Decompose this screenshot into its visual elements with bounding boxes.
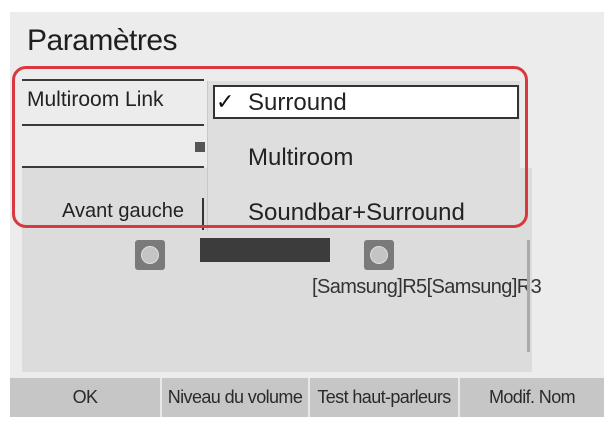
speaker-front-right-icon[interactable] [364, 240, 394, 270]
speaker-test-button[interactable]: Test haut-parleurs [310, 378, 460, 417]
bottom-button-bar: OK Niveau du volume Test haut-parleurs M… [10, 378, 604, 417]
highlight-frame [12, 66, 528, 228]
tv-bar [200, 238, 330, 262]
speaker-names-label: [Samsung]R5[Samsung]R3 [312, 276, 542, 298]
scrollbar[interactable] [527, 240, 530, 352]
ok-button[interactable]: OK [10, 378, 162, 417]
rename-button[interactable]: Modif. Nom [460, 378, 604, 417]
speaker-front-left-icon[interactable] [135, 240, 165, 270]
volume-level-button[interactable]: Niveau du volume [162, 378, 310, 417]
page-title: Paramètres [27, 24, 178, 57]
